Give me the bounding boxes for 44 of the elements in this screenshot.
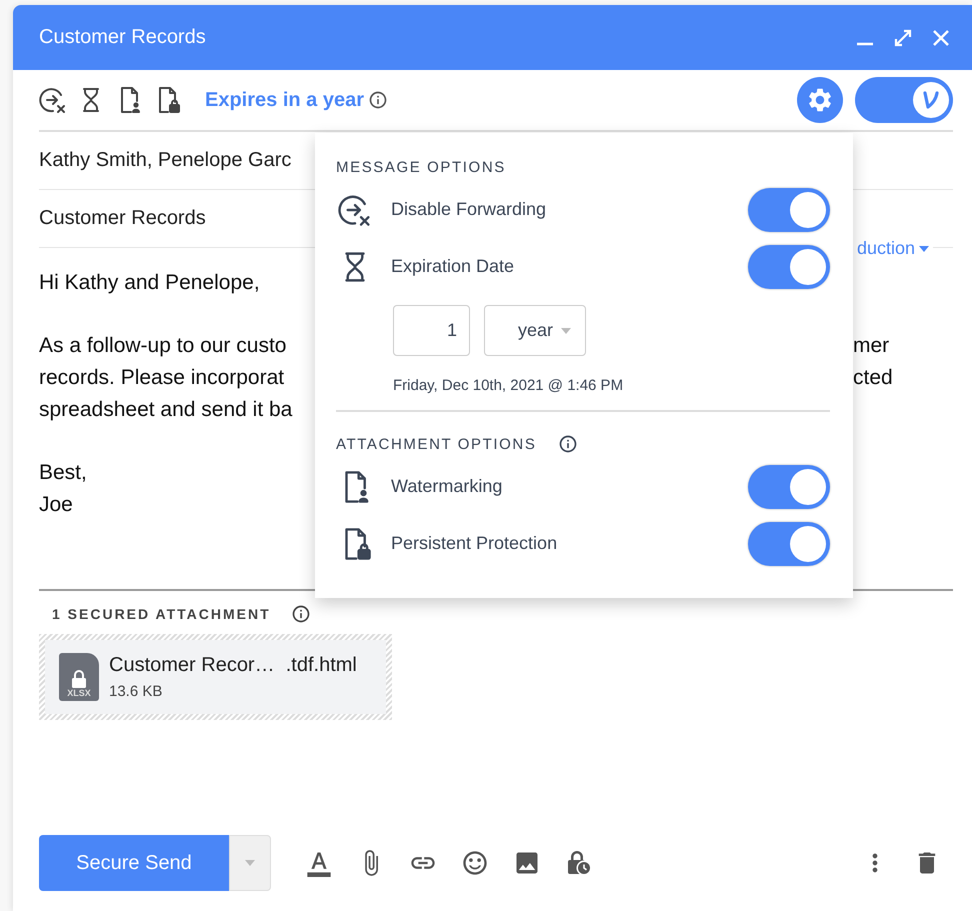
caret-icon [561, 328, 571, 334]
gear-icon [806, 86, 834, 114]
option-label: Watermarking [391, 476, 504, 497]
lock-icon [71, 670, 87, 688]
logo-icon [913, 82, 949, 118]
secure-toggle[interactable] [855, 77, 953, 123]
window-title: Customer Records [39, 26, 207, 49]
expiry-date: Friday, Dec 10th, 2021 @ 1:46 PM [393, 376, 624, 396]
attachment-name: Customer Recor… .tdf.html [109, 654, 357, 677]
info-icon[interactable] [558, 434, 578, 454]
caret-icon [919, 246, 929, 252]
option-label: Disable Forwarding [391, 199, 548, 220]
toggle-switch[interactable] [748, 464, 830, 508]
body-text: cted [853, 365, 894, 391]
section-title: ATTACHMENT OPTIONS [336, 436, 536, 452]
caret-icon [245, 860, 255, 866]
body-text: Hi Kathy and Penelope, [39, 270, 261, 296]
body-text: Joe [39, 492, 74, 518]
unit-dropdown[interactable]: year [484, 305, 586, 356]
body-text: Best, [39, 460, 88, 486]
no-forward-icon [39, 86, 67, 114]
smiley-icon[interactable] [461, 849, 489, 877]
attachment-size: 13.6 KB [109, 683, 164, 700]
subject-field[interactable]: Customer Records [39, 207, 206, 230]
recipients-field[interactable]: Kathy Smith, Penelope Garc [39, 149, 292, 172]
body-text: spreadsheet and send it ba [39, 397, 294, 423]
toggle-switch[interactable] [748, 244, 830, 288]
option-label: Persistent Protection [391, 533, 558, 554]
no-forward-icon [338, 192, 372, 226]
attachment-header: 1 SECURED ATTACHMENT [52, 606, 271, 622]
attachment-chip[interactable]: XLSX Customer Recor… .tdf.html 13.6 KB [45, 640, 386, 714]
info-icon[interactable] [290, 604, 311, 624]
body-text: mer [853, 333, 890, 359]
lock-clock-icon[interactable] [565, 849, 593, 877]
settings-button[interactable] [797, 77, 843, 123]
amount-field[interactable]: 1 [393, 305, 470, 356]
body-text: As a follow-up to our custo [39, 333, 288, 359]
body-text: records. Please incorporat [39, 365, 286, 391]
toggle-switch[interactable] [748, 188, 830, 232]
section-title: MESSAGE OPTIONS [336, 158, 506, 176]
file-type-label: XLSX [67, 688, 91, 698]
info-icon[interactable] [368, 90, 388, 110]
toggle-switch[interactable] [748, 522, 830, 566]
option-label: Expiration Date [391, 256, 516, 277]
